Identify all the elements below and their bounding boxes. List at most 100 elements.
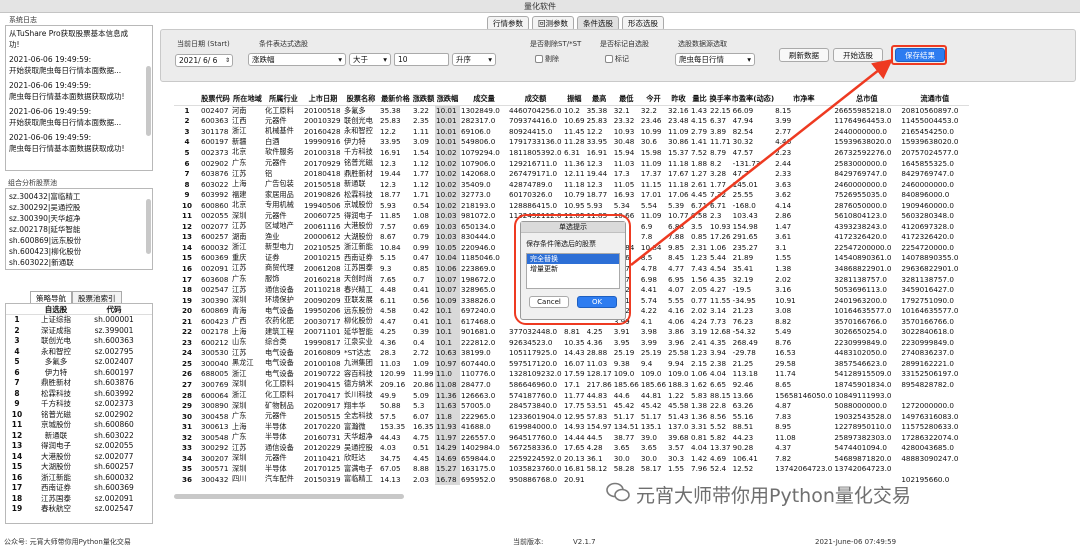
- dialog-ok-button[interactable]: OK: [577, 296, 617, 308]
- date-picker[interactable]: 2021/ 6/ 6 ⇕: [175, 54, 233, 67]
- watchlist-row[interactable]: 14 大港股份 sz.002077: [6, 452, 152, 463]
- column-header[interactable]: 市盈率(动态): [731, 94, 775, 106]
- combo-item[interactable]: sh.600423|柳化股份: [9, 246, 149, 257]
- column-header[interactable]: 涨跌幅: [435, 94, 460, 106]
- watchlist-row[interactable]: 2 深证成指 sz.399001: [6, 326, 152, 337]
- column-header[interactable]: 上市日期: [303, 94, 343, 106]
- table-row[interactable]: 4 600197 新疆 白酒 19990916 伊力特 33.95 3.09 10.01 5498…: [174, 136, 969, 148]
- dialog-option-list[interactable]: 完全替换 增量更新: [526, 253, 620, 289]
- table-row[interactable]: 10 600860 北京 专用机械 19940506 京城股份 5.93 0.54 10.02 2…: [174, 199, 969, 211]
- column-header[interactable]: 最新价格: [379, 94, 412, 106]
- column-header[interactable]: 最低: [612, 94, 640, 106]
- combo-item[interactable]: sz.300292|吴通控股: [9, 202, 149, 213]
- table-row[interactable]: 2 600363 江西 元器件 20010329 联创光电 25.83 2.35 10.01 28…: [174, 115, 969, 127]
- watchlist-row[interactable]: 9 千方科技 sz.002373: [6, 399, 152, 410]
- table-row[interactable]: 32 300548 广东 半导体 20160731 天华超净 44.43 4.75 11.97 2…: [174, 431, 969, 443]
- column-header[interactable]: 市净率: [774, 94, 834, 106]
- column-header[interactable]: 量比: [690, 94, 710, 106]
- table-row[interactable]: 28 600064 浙江 化工原料 20170417 长川科技 49.9 5.09 11.36 1…: [174, 389, 969, 401]
- row-index: 22: [181, 327, 192, 337]
- column-header[interactable]: 总市值: [833, 94, 901, 106]
- refresh-data-button[interactable]: 刷新数据: [779, 48, 829, 62]
- column-header[interactable]: 所在地域: [231, 94, 264, 106]
- watchlist-row[interactable]: 8 松霖科技 sh.603992: [6, 389, 152, 400]
- table-row[interactable]: 3 301178 浙江 机械基件 20160428 永和智控 12.2 1.11 10.01 69…: [174, 126, 969, 137]
- sort-order-select[interactable]: 升序 ▾: [452, 53, 496, 66]
- watchlist-row[interactable]: 12 新通联 sh.603022: [6, 431, 152, 442]
- log-scrollbar[interactable]: [146, 66, 151, 136]
- table-row[interactable]: 24 300530 江苏 电气设备 20160809 *ST达志 28.3 2.72 10.63…: [174, 347, 969, 359]
- table-row[interactable]: 31 300613 上海 半导体 20170220 富瀚微 153.35 16.35 11.93…: [174, 421, 969, 432]
- watchlist-row[interactable]: 11 京城股份 sh.600860: [6, 420, 152, 431]
- table-row[interactable]: 27 300769 深圳 化工原料 20190415 德方纳米 209.16 20.86 11.…: [174, 379, 969, 390]
- watchlist-row[interactable]: 1 上证综指 sh.000001: [6, 315, 152, 326]
- column-header[interactable]: [174, 94, 200, 106]
- option-incremental[interactable]: 增量更新: [527, 264, 619, 274]
- condition-field-select[interactable]: 涨跌幅 ▾: [248, 53, 346, 66]
- combo-stock-pool[interactable]: sz.300432|富临精工 sz.300292|吴通控股 sz.300390|天华…: [5, 188, 153, 270]
- column-header[interactable]: 股票代码: [200, 94, 231, 106]
- column-header[interactable]: 股票名称: [343, 94, 379, 106]
- column-header[interactable]: 昨收: [667, 94, 691, 106]
- column-header[interactable]: 涨跌额: [412, 94, 435, 106]
- watchlist-header-name[interactable]: 自选股: [28, 304, 84, 314]
- table-row[interactable]: 5 002373 北京 软件服务 20100318 千方科技 16.91 1.54 10.02 1…: [174, 147, 969, 158]
- column-header[interactable]: 所属行业: [264, 94, 303, 106]
- table-row[interactable]: 33 300292 江苏 通信设备 20120229 吴通控股 4.03 0.51 14.29 1…: [174, 442, 969, 454]
- option-full-replace[interactable]: 完全替换: [527, 254, 619, 264]
- table-cell: 57.5: [380, 411, 397, 421]
- table-row[interactable]: 34 300207 深圳 元器件 20110421 欣旺达 34.75 4.45 14.69 65…: [174, 453, 969, 464]
- table-row[interactable]: 6 002902 广东 元器件 20170929 铭普光磁 12.3 1.12 10.02 107…: [174, 157, 969, 169]
- column-header[interactable]: 最高: [585, 94, 613, 106]
- start-select-button[interactable]: 开始选股: [833, 48, 883, 62]
- dialog-cancel-button[interactable]: Cancel: [529, 296, 569, 308]
- table-row[interactable]: 35 300571 深圳 半导体 20170125 富满电子 67.05 8.88 15.27 1…: [174, 463, 969, 475]
- column-header[interactable]: 流通市值: [900, 94, 970, 106]
- combo-item[interactable]: sz.300432|富临精工: [9, 191, 149, 202]
- combo-item[interactable]: sz.002178|延华智能: [9, 224, 149, 235]
- column-header[interactable]: 今开: [639, 94, 668, 106]
- checkbox-box[interactable]: [535, 55, 543, 63]
- watchlist-row[interactable]: 16 浙江新能 sh.600032: [6, 473, 152, 484]
- log-panel[interactable]: 从TuShare Pro获取股票基本信息成 功! 2021-06-06 19:49:…: [5, 25, 153, 171]
- table-horizontal-scrollbar[interactable]: [174, 494, 404, 499]
- column-header[interactable]: 振幅: [563, 94, 586, 106]
- combo-item[interactable]: sh.603022|新通联: [9, 257, 149, 268]
- table-cell: 38.77: [613, 432, 635, 442]
- table-row[interactable]: 9 603992 福建 家居用品 20190826 松霖科技 18.77 1.71 10.02 3…: [174, 189, 969, 200]
- checkbox-box[interactable]: [605, 55, 613, 63]
- table-row[interactable]: 25 300040 黑龙江 电气设备 20100108 九洲集团 11.03 1.09 10.9…: [174, 358, 969, 369]
- combo-item[interactable]: sh.600869|远东股份: [9, 235, 149, 246]
- table-row[interactable]: 26 688005 浙江 电气设备 20190722 容百科技 120.99 11.99 11.…: [174, 368, 969, 380]
- combo-item[interactable]: sz.300390|天华超净: [9, 213, 149, 224]
- table-row[interactable]: 22 002178 上海 建筑工程 20071101 延华智能 4.25 0.39 10.1 90…: [174, 326, 969, 338]
- table-row[interactable]: 1 002407 河南 化工原料 20100518 多氟多 35.38 3.22 10.01 13…: [174, 105, 969, 116]
- watchlist-row[interactable]: 5 多氟多 sz.002407: [6, 357, 152, 368]
- watchlist-table[interactable]: 自选股 代码 1 上证综指 sh.000001 2 深证成指 sz.399001 3 联创光电…: [5, 303, 153, 524]
- st-checkbox[interactable]: 剔除: [535, 54, 559, 64]
- watchlist-row[interactable]: 6 伊力特 sh.600197: [6, 368, 152, 379]
- watchlist-row[interactable]: 17 西南证券 sh.600369: [6, 483, 152, 494]
- combo-scrollbar[interactable]: [146, 199, 151, 254]
- watchlist-row[interactable]: 15 大湖股份 sh.600257: [6, 462, 152, 473]
- watchlist-row[interactable]: 13 得润电子 sz.002055: [6, 441, 152, 452]
- watchlist-row[interactable]: 7 鼎胜新材 sh.603876: [6, 378, 152, 389]
- watchlist-row[interactable]: 18 江苏国泰 sz.002091: [6, 494, 152, 505]
- table-row[interactable]: 23 600212 山东 综合类 19990817 江泉实业 4.36 0.4 10.1 2228…: [174, 337, 969, 348]
- watchlist-row[interactable]: 4 永和智控 sz.002795: [6, 347, 152, 358]
- table-row[interactable]: 30 300458 广东 元器件 20150515 全志科技 57.5 6.07 11.8 222…: [174, 410, 969, 422]
- column-header[interactable]: 换手率: [709, 94, 732, 106]
- mark-checkbox[interactable]: 标记: [605, 54, 629, 64]
- column-header[interactable]: 成交量: [460, 94, 508, 106]
- source-select[interactable]: 爬虫每日行情 ▾: [675, 53, 755, 66]
- condition-op-select[interactable]: 大于 ▾: [349, 53, 391, 66]
- watchlist-row[interactable]: 3 联创光电 sh.600363: [6, 336, 152, 347]
- watchlist-row[interactable]: 19 春秋航空 sz.002547: [6, 504, 152, 515]
- watchlist-header-code[interactable]: 代码: [84, 304, 144, 314]
- watchlist-row[interactable]: 10 铭普光磁 sz.002902: [6, 410, 152, 421]
- condition-value-input[interactable]: 10: [394, 53, 449, 66]
- table-row[interactable]: 8 603022 上海 广告包装 20150518 新通联 12.3 1.12 10.02 354…: [174, 178, 969, 190]
- table-row[interactable]: 29 300890 深圳 矿物制品 20200917 翔丰华 50.88 5.3 11.63 57…: [174, 400, 969, 411]
- table-row[interactable]: 7 603876 江苏 铝 20180418 鼎胜新材 19.44 1.77 10.02 1420…: [174, 168, 969, 179]
- column-header[interactable]: 成交额: [508, 94, 563, 106]
